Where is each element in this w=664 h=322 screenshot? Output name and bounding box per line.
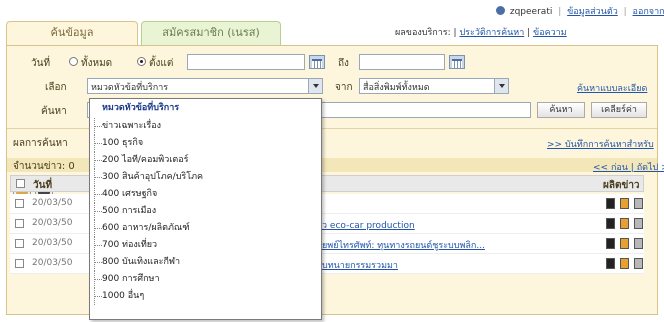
- row-date: 20/03/50: [32, 198, 73, 208]
- services-info: ผลของบริการ: | ประวัติการค้นหา | ข้อความ: [395, 28, 567, 38]
- search-button[interactable]: ค้นหา: [537, 102, 585, 118]
- dropdown-option[interactable]: ข่าวเฉพาะเรื่อง: [90, 118, 321, 135]
- messages-link[interactable]: ข้อความ: [533, 28, 567, 38]
- orange-file-icon[interactable]: [620, 258, 629, 269]
- dropdown-option[interactable]: 400 เศรษฐกิจ: [90, 186, 321, 203]
- results-label: ผลการค้นหา: [13, 138, 68, 149]
- dropdown-option[interactable]: 500 การเมือง: [90, 203, 321, 220]
- category-label: เลือก: [45, 82, 67, 93]
- radio-from-label: ตั้งแต่: [149, 58, 174, 69]
- orange-file-icon[interactable]: [620, 218, 629, 229]
- advanced-search-link[interactable]: ค้นหาแบบละเอียด: [577, 81, 647, 95]
- account-links: zqpeerati | ข้อมูลส่วนตัว | ออกจากระบบ: [496, 4, 664, 18]
- keyword-label: ค้นหา: [41, 106, 67, 117]
- dropdown-option[interactable]: 200 ไอที/คอมพิวเตอร์: [90, 152, 321, 169]
- black-file-icon[interactable]: [606, 238, 615, 249]
- tab-register[interactable]: สมัครสมาชิก (เนรส): [141, 21, 281, 45]
- row-checkbox[interactable]: [15, 259, 24, 268]
- gray-file-icon[interactable]: [634, 238, 643, 249]
- orange-file-icon[interactable]: [620, 238, 629, 249]
- row-title[interactable]: บทนายกรรมรวมมา: [322, 258, 398, 272]
- dropdown-option[interactable]: 100 ธุรกิจ: [90, 135, 321, 152]
- category-dropdown-list: หมวดหัวข้อที่บริการ ข่าวเฉพาะเรื่อง 100 …: [89, 98, 322, 320]
- dropdown-option[interactable]: 300 สินค้าอุปโภค/บริโภค: [90, 169, 321, 186]
- dropdown-option[interactable]: 800 บันเทิงและกีฬา: [90, 254, 321, 271]
- black-file-icon[interactable]: [606, 258, 615, 269]
- date-to-input[interactable]: [359, 54, 445, 70]
- save-search-link[interactable]: >> บันทึกการค้นหาสำหรับ: [547, 137, 654, 151]
- news-count: จำนวนข่าว: 0: [13, 161, 75, 172]
- date-from-input[interactable]: [187, 54, 305, 70]
- row-checkbox[interactable]: [15, 219, 24, 228]
- username[interactable]: zqpeerati: [510, 7, 552, 17]
- category-row: เลือก หมวดหัวข้อที่บริการ จาก สื่อสิ่งพิ…: [7, 76, 657, 98]
- date-label: วันที่: [31, 58, 51, 69]
- dropdown-option[interactable]: หมวดหัวข้อที่บริการ: [90, 100, 321, 117]
- calendar-icon[interactable]: [449, 55, 465, 69]
- black-file-icon[interactable]: [606, 218, 615, 229]
- tab-search[interactable]: ค้นข้อมูล: [6, 21, 138, 45]
- gray-file-icon[interactable]: [634, 258, 643, 269]
- dropdown-option[interactable]: 900 การศึกษา: [90, 271, 321, 288]
- chevron-down-icon[interactable]: [308, 79, 322, 93]
- source-select[interactable]: สื่อสิ่งพิมพ์ทั้งหมด: [359, 78, 509, 94]
- row-title[interactable]: ยพย์ไทรศัพท์: ทุนทางรถยนต์ชูระบบพลิก...: [322, 238, 485, 252]
- user-icon: [496, 6, 505, 15]
- logout-link[interactable]: ออกจากระบบ: [633, 7, 664, 17]
- clear-button[interactable]: เคลียร์ค่า: [591, 102, 647, 118]
- gray-file-icon[interactable]: [634, 198, 643, 209]
- row-checkbox[interactable]: [15, 239, 24, 248]
- col-date: วันที่: [33, 180, 53, 191]
- row-title[interactable]: ว eco-car production: [322, 218, 415, 232]
- radio-from[interactable]: [137, 57, 146, 66]
- dropdown-option[interactable]: 1000 อื่นๆ: [90, 288, 321, 305]
- history-link[interactable]: ประวัติการค้นหา: [459, 28, 524, 38]
- date-row: วันที่ ทั้งหมด ตั้งแต่ ถึง: [7, 52, 657, 74]
- radio-all-label: ทั้งหมด: [81, 58, 113, 69]
- select-all-checkbox[interactable]: [16, 179, 25, 188]
- orange-file-icon[interactable]: [620, 198, 629, 209]
- row-date: 20/03/50: [32, 238, 73, 248]
- dropdown-option[interactable]: 700 ท่องเที่ยว: [90, 237, 321, 254]
- account-bar: zqpeerati | ข้อมูลส่วนตัว | ออกจากระบบ: [0, 0, 664, 20]
- row-date: 20/03/50: [32, 258, 73, 268]
- dropdown-option[interactable]: 600 อาหาร/ผลิตภัณฑ์: [90, 220, 321, 237]
- gray-file-icon[interactable]: [634, 218, 643, 229]
- pager-links[interactable]: << ก่อน | ถัดไป >>: [593, 160, 664, 174]
- to-label: ถึง: [338, 58, 349, 69]
- radio-all[interactable]: [69, 57, 78, 66]
- profile-link[interactable]: ข้อมูลส่วนตัว: [567, 7, 618, 17]
- chevron-down-icon[interactable]: [494, 79, 508, 93]
- row-date: 20/03/50: [32, 218, 73, 228]
- black-file-icon[interactable]: [606, 198, 615, 209]
- source-label: จาก: [335, 82, 353, 93]
- calendar-icon[interactable]: [309, 55, 325, 69]
- col-action: ผลิตข่าว: [603, 180, 640, 191]
- row-checkbox[interactable]: [15, 199, 24, 208]
- category-select[interactable]: หมวดหัวข้อที่บริการ: [87, 78, 323, 94]
